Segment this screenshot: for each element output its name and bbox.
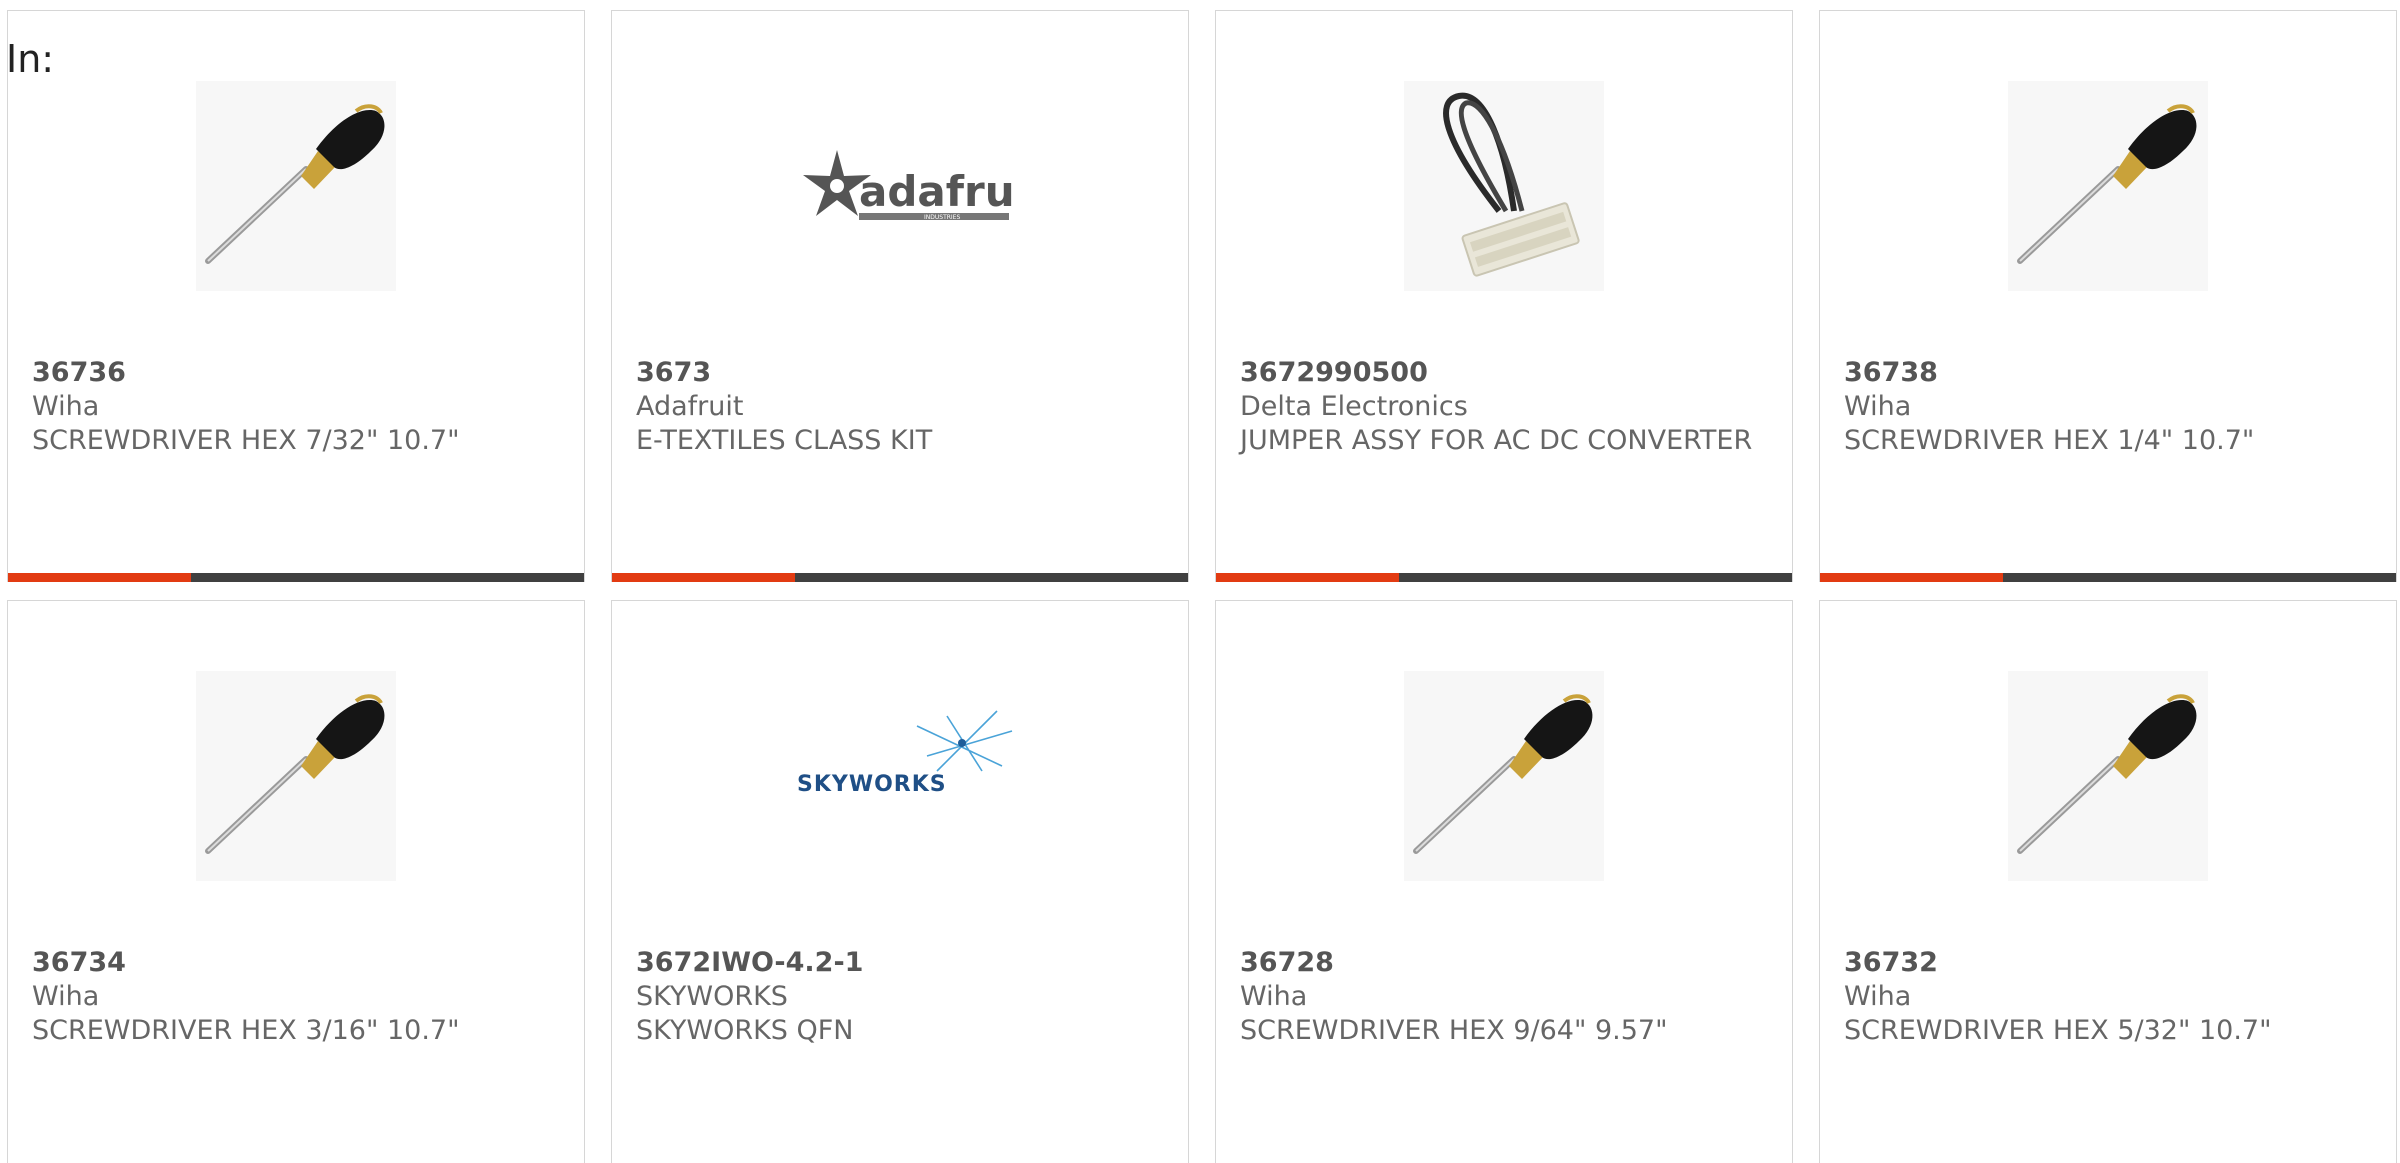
part-number[interactable]: 36738 bbox=[1844, 356, 2364, 390]
part-number[interactable]: 3672IWO-4.2-1 bbox=[636, 946, 1156, 980]
screwdriver-image bbox=[2008, 671, 2208, 881]
card-bar-accent bbox=[1820, 573, 2003, 582]
manufacturer: Wiha bbox=[1844, 981, 1912, 1012]
product-card[interactable]: 36736 Wiha SCREWDRIVER HEX 7/32" 10.7" bbox=[7, 10, 585, 582]
screwdriver-image bbox=[2008, 81, 2208, 291]
description: JUMPER ASSY FOR AC DC CONVERTER bbox=[1240, 425, 1753, 456]
screwdriver-image bbox=[1404, 671, 1604, 881]
description: SCREWDRIVER HEX 1/4" 10.7" bbox=[1844, 425, 2255, 456]
manufacturer: Wiha bbox=[1844, 391, 1912, 422]
product-card[interactable]: 36734 Wiha SCREWDRIVER HEX 3/16" 10.7" bbox=[7, 600, 585, 1163]
description: SCREWDRIVER HEX 5/32" 10.7" bbox=[1844, 1015, 2272, 1046]
card-bar-accent bbox=[1216, 573, 1399, 582]
part-number[interactable]: 36736 bbox=[32, 356, 552, 390]
manufacturer: SKYWORKS bbox=[636, 981, 788, 1012]
description: SCREWDRIVER HEX 7/32" 10.7" bbox=[32, 425, 460, 456]
skyworks-logo-text: SKYWORKS bbox=[797, 772, 947, 797]
product-grid: 36736 Wiha SCREWDRIVER HEX 7/32" 10.7" a… bbox=[0, 0, 2400, 1163]
part-number[interactable]: 36734 bbox=[32, 946, 552, 980]
part-number[interactable]: 3672990500 bbox=[1240, 356, 1760, 390]
description: E-TEXTILES CLASS KIT bbox=[636, 425, 933, 456]
manufacturer: Adafruit bbox=[636, 391, 744, 422]
card-bar bbox=[8, 573, 584, 582]
card-bar bbox=[1216, 573, 1792, 582]
part-number[interactable]: 36728 bbox=[1240, 946, 1760, 980]
card-bar bbox=[612, 573, 1188, 582]
adafruit-logo-text: adafruit bbox=[859, 167, 1017, 216]
skyworks-logo: SKYWORKS bbox=[797, 671, 1017, 881]
in-label: In: bbox=[6, 37, 55, 81]
manufacturer: Wiha bbox=[32, 981, 100, 1012]
manufacturer: Wiha bbox=[1240, 981, 1308, 1012]
product-results-page: In: 36736 Wiha SCREWDRIVER HEX 7/32" 10.… bbox=[0, 0, 2400, 1163]
card-bar-accent bbox=[8, 573, 191, 582]
description: SCREWDRIVER HEX 9/64" 9.57" bbox=[1240, 1015, 1668, 1046]
description: SCREWDRIVER HEX 3/16" 10.7" bbox=[32, 1015, 460, 1046]
manufacturer: Wiha bbox=[32, 391, 100, 422]
product-card[interactable]: SKYWORKS 3672IWO-4.2-1 SKYWORKS SKYWORKS… bbox=[611, 600, 1189, 1163]
product-card[interactable]: 36738 Wiha SCREWDRIVER HEX 1/4" 10.7" bbox=[1819, 10, 2397, 582]
product-card[interactable]: 3672990500 Delta Electronics JUMPER ASSY… bbox=[1215, 10, 1793, 582]
card-bar-accent bbox=[612, 573, 795, 582]
jumper-cable-image bbox=[1404, 81, 1604, 291]
product-card[interactable]: 36728 Wiha SCREWDRIVER HEX 9/64" 9.57" bbox=[1215, 600, 1793, 1163]
product-card[interactable]: 36732 Wiha SCREWDRIVER HEX 5/32" 10.7" bbox=[1819, 600, 2397, 1163]
adafruit-logo: adafruit INDUSTRIES bbox=[797, 81, 1017, 291]
product-card[interactable]: adafruit INDUSTRIES 3673 Adafruit E-TEXT… bbox=[611, 10, 1189, 582]
adafruit-logo-subtext: INDUSTRIES bbox=[924, 214, 960, 221]
description: SKYWORKS QFN bbox=[636, 1015, 854, 1046]
manufacturer: Delta Electronics bbox=[1240, 391, 1468, 422]
part-number[interactable]: 3673 bbox=[636, 356, 1156, 390]
screwdriver-image bbox=[196, 81, 396, 291]
screwdriver-image bbox=[196, 671, 396, 881]
card-bar bbox=[1820, 573, 2396, 582]
part-number[interactable]: 36732 bbox=[1844, 946, 2364, 980]
